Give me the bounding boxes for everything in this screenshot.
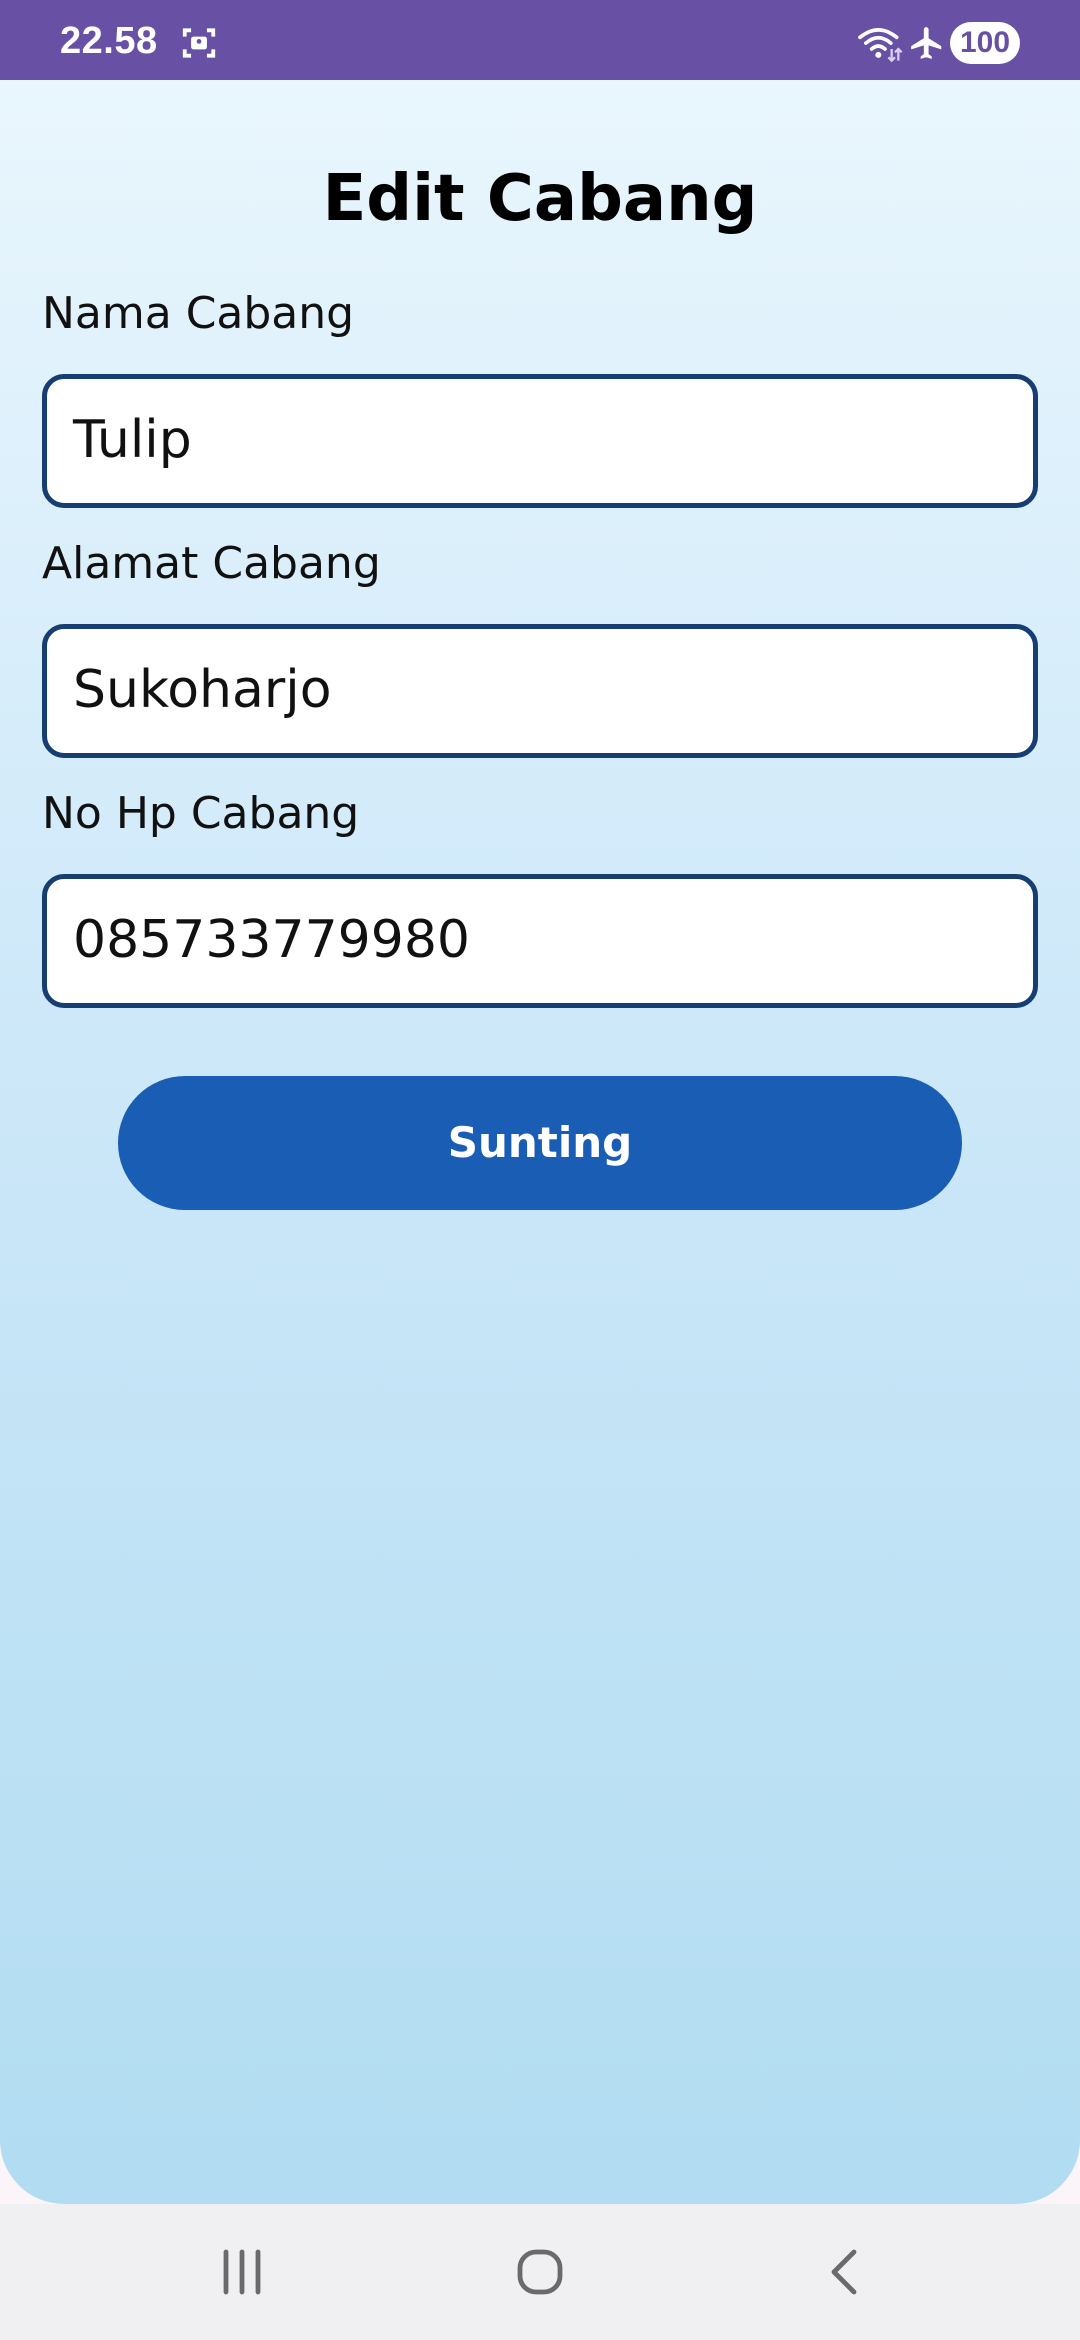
branch-name-input[interactable]: Tulip	[42, 374, 1038, 508]
wifi-icon	[858, 28, 903, 63]
branch-name-label: Nama Cabang	[42, 288, 355, 339]
page-title: Edit Cabang	[322, 162, 758, 236]
screenshot-icon	[182, 28, 216, 58]
screen: 22.58 100 Edit Cabang Nama Cabang Tulip …	[0, 0, 1080, 2340]
home-icon[interactable]	[508, 2240, 572, 2304]
edit-branch-form: Edit Cabang Nama Cabang Tulip Alamat Cab…	[0, 80, 1080, 2204]
back-icon[interactable]	[814, 2240, 878, 2304]
branch-phone-label: No Hp Cabang	[42, 788, 360, 839]
status-bar: 22.58 100	[0, 0, 1080, 80]
navigation-bar	[0, 2204, 1080, 2340]
branch-phone-input[interactable]: 085733779980	[42, 874, 1038, 1008]
status-time: 22.58	[60, 20, 158, 62]
branch-address-label: Alamat Cabang	[42, 538, 381, 589]
battery-level: 100	[950, 22, 1020, 64]
submit-edit-button[interactable]: Sunting	[118, 1076, 962, 1210]
branch-address-input[interactable]: Sukoharjo	[42, 624, 1038, 758]
recent-apps-icon[interactable]	[210, 2240, 274, 2304]
airplane-mode-icon	[911, 27, 942, 59]
